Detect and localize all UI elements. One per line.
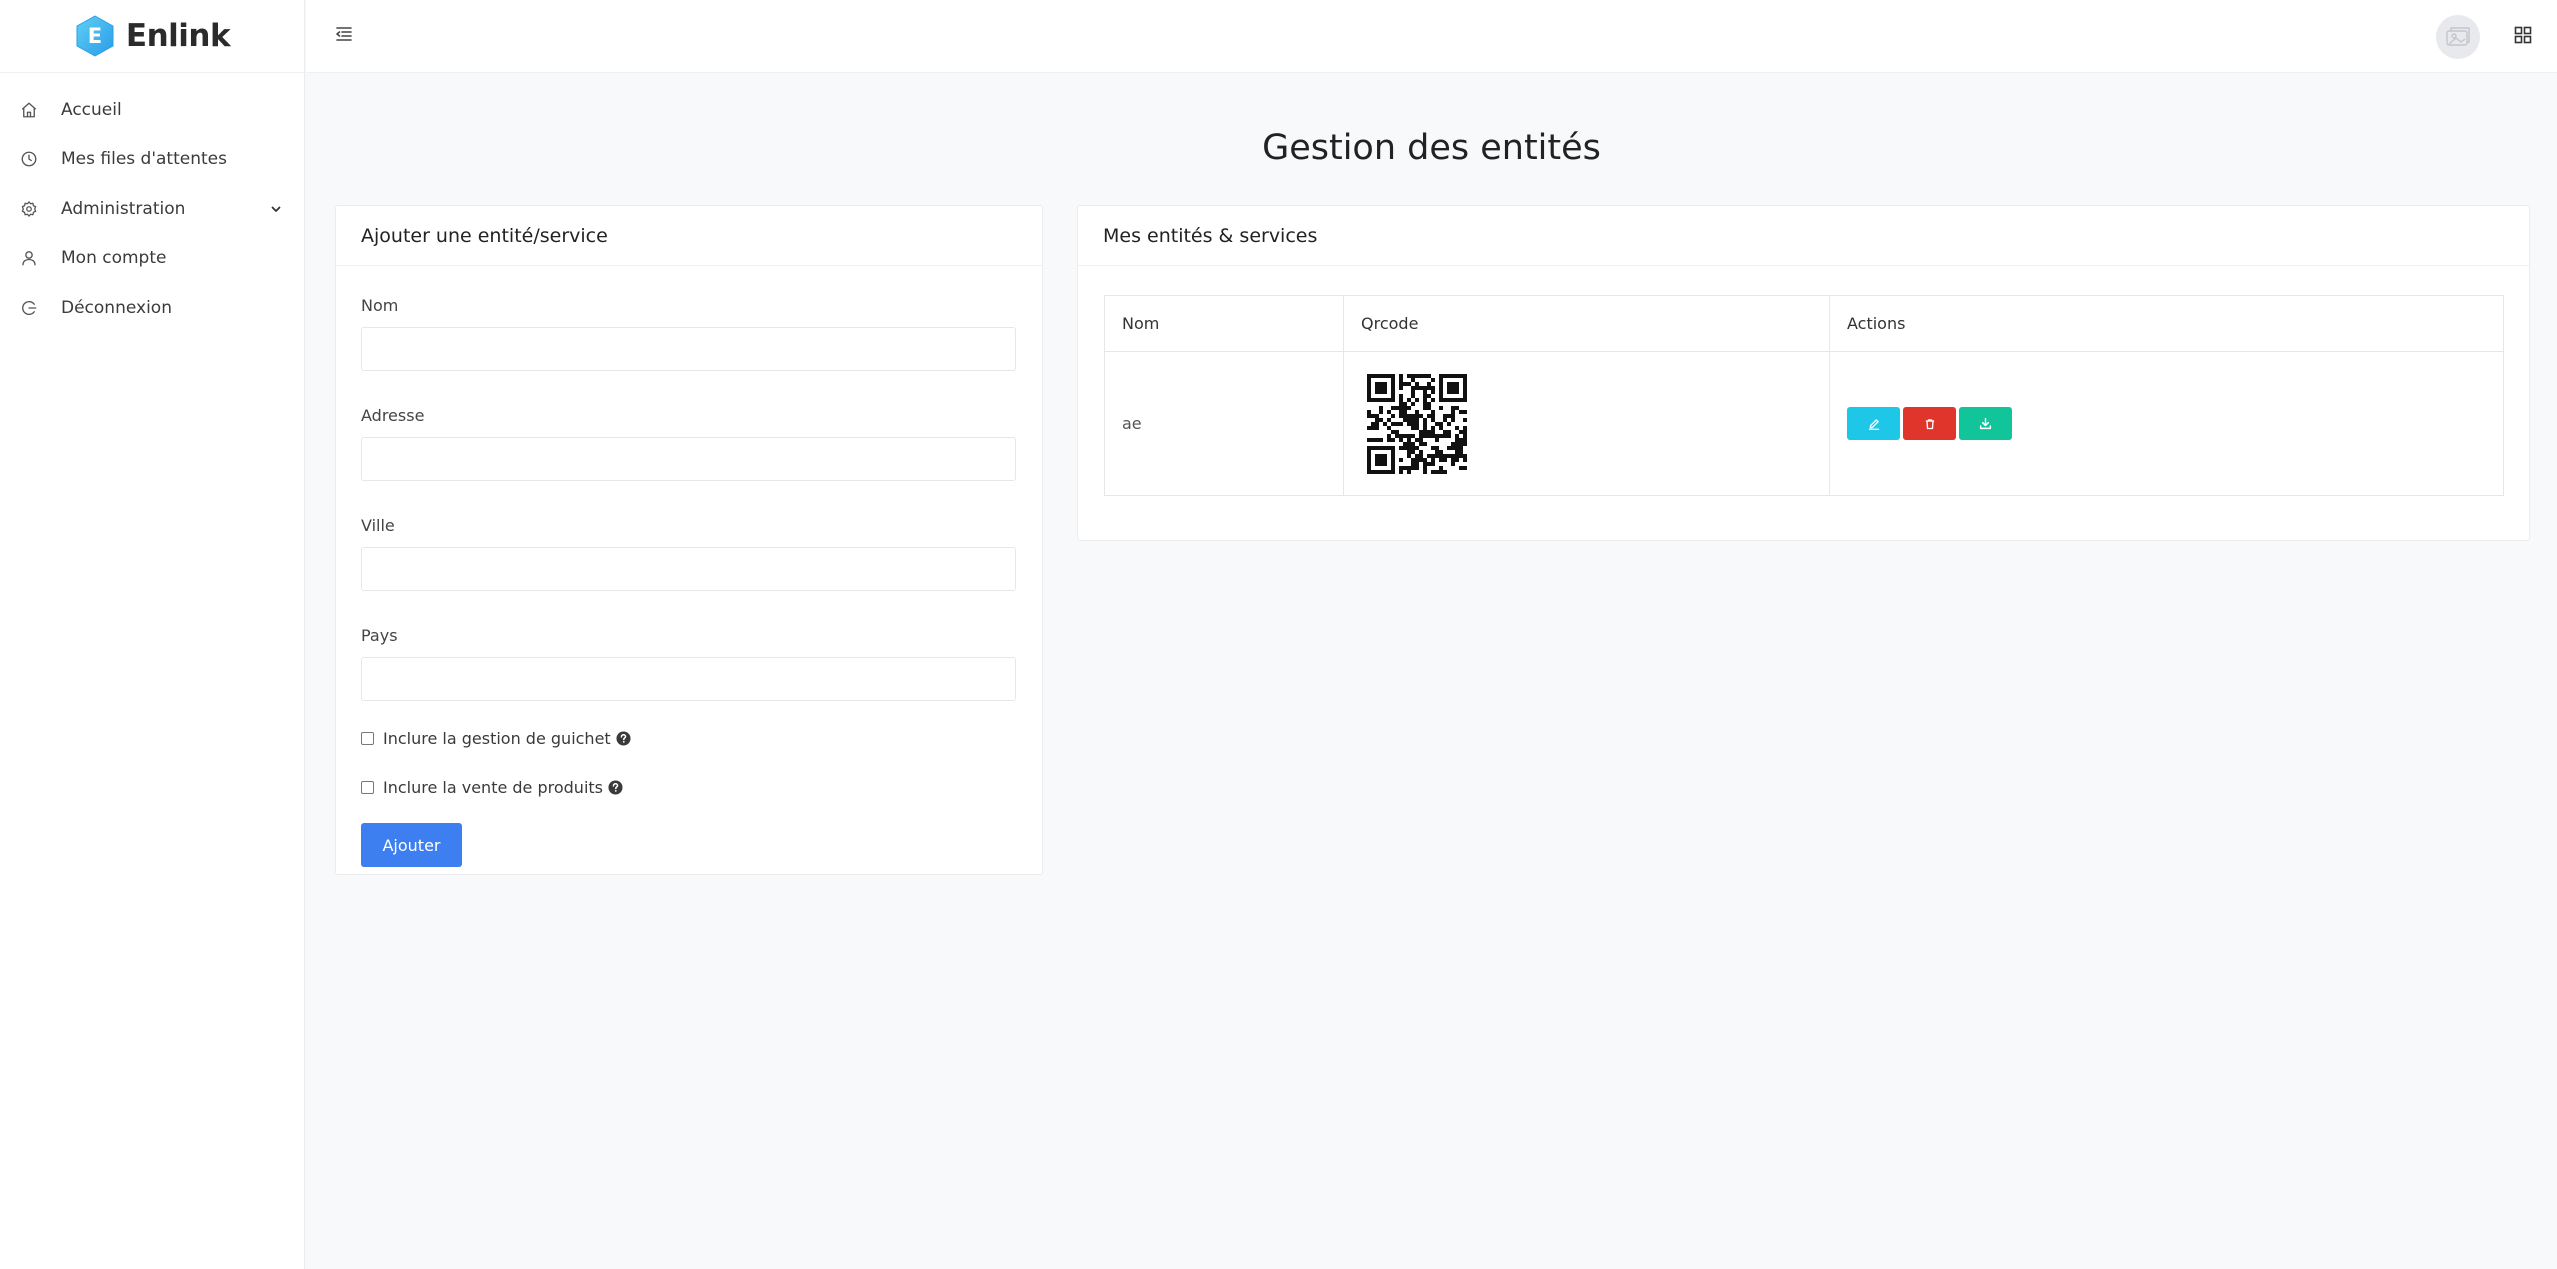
question-circle-icon[interactable] [608, 779, 623, 795]
sidebar-item-label: Mes files d'attentes [61, 149, 227, 170]
sidebar-item-accueil[interactable]: Accueil [0, 85, 304, 135]
column-header-qrcode: Qrcode [1343, 295, 1830, 352]
table-row: ae [1104, 351, 2504, 496]
nom-input[interactable] [361, 327, 1016, 371]
checkbox-label: Inclure la vente de produits [383, 777, 603, 797]
delete-button[interactable] [1903, 407, 1956, 441]
clock-icon [20, 150, 38, 168]
guichet-checkbox[interactable] [361, 731, 374, 745]
entities-card: Mes entités & services Nom Qrcode Action… [1077, 205, 2530, 541]
trash-icon [1925, 418, 1934, 429]
logout-icon [20, 299, 38, 317]
download-icon [1979, 417, 1992, 429]
checkbox-label: Inclure la gestion de guichet [383, 728, 611, 748]
sidebar-item-label: Accueil [61, 99, 122, 120]
logo-initial: E [87, 24, 103, 48]
vente-checkbox[interactable] [361, 780, 374, 794]
table-header-row: Nom Qrcode Actions [1104, 295, 2504, 352]
gear-icon [20, 200, 38, 218]
ville-input[interactable] [361, 547, 1016, 591]
top-header [306, 0, 2557, 73]
download-button[interactable] [1959, 406, 2012, 440]
add-entity-card: Ajouter une entité/service Nom Adresse V… [335, 205, 1043, 875]
column-header-nom: Nom [1104, 295, 1344, 352]
sidebar-item-administration[interactable]: Administration [0, 184, 304, 234]
edit-button[interactable] [1847, 407, 1900, 441]
qr-code-image [1367, 373, 1467, 474]
field-label-ville: Ville [361, 516, 395, 535]
sidebar-nav: Accueil Mes files d'attentes Administrat… [0, 73, 304, 333]
sidebar-item-label: Déconnexion [61, 297, 172, 318]
grid-icon[interactable] [2514, 26, 2532, 44]
pays-input[interactable] [361, 657, 1016, 701]
question-circle-icon[interactable] [616, 730, 631, 746]
sidebar-item-label: Administration [61, 198, 186, 219]
logo-hexagon-icon: E [74, 15, 116, 57]
page-title: Gestion des entités [1262, 128, 1601, 168]
sidebar-item-files[interactable]: Mes files d'attentes [0, 135, 304, 185]
sidebar-item-deconnexion[interactable]: Déconnexion [0, 283, 304, 333]
chevron-down-icon [270, 203, 282, 215]
user-icon [20, 249, 38, 267]
adresse-input[interactable] [361, 437, 1016, 481]
vente-option: Inclure la vente de produits [361, 777, 1017, 797]
avatar[interactable] [2436, 15, 2480, 59]
card-title: Mes entités & services [1078, 206, 2529, 266]
brand-name: Enlink [125, 18, 231, 54]
edit-icon [1868, 419, 1879, 430]
logo[interactable]: E Enlink [0, 0, 304, 73]
cell-qrcode [1343, 351, 1830, 496]
menu-toggle-icon[interactable] [334, 24, 354, 44]
card-title: Ajouter une entité/service [336, 206, 1042, 266]
cell-actions [1829, 351, 2504, 496]
sidebar-item-label: Mon compte [61, 248, 167, 269]
sidebar-item-compte[interactable]: Mon compte [0, 234, 304, 284]
sidebar: E Enlink Accueil Mes files d'attentes Ad… [0, 0, 305, 1269]
field-label-adresse: Adresse [361, 406, 425, 425]
field-label-nom: Nom [361, 296, 399, 315]
guichet-option: Inclure la gestion de guichet [361, 728, 1017, 748]
cell-nom: ae [1104, 351, 1344, 496]
home-icon [20, 101, 38, 119]
entities-table: Nom Qrcode Actions ae [1104, 295, 2504, 496]
column-header-actions: Actions [1829, 295, 2504, 352]
ajouter-button[interactable]: Ajouter [361, 823, 462, 867]
field-label-pays: Pays [361, 626, 398, 645]
